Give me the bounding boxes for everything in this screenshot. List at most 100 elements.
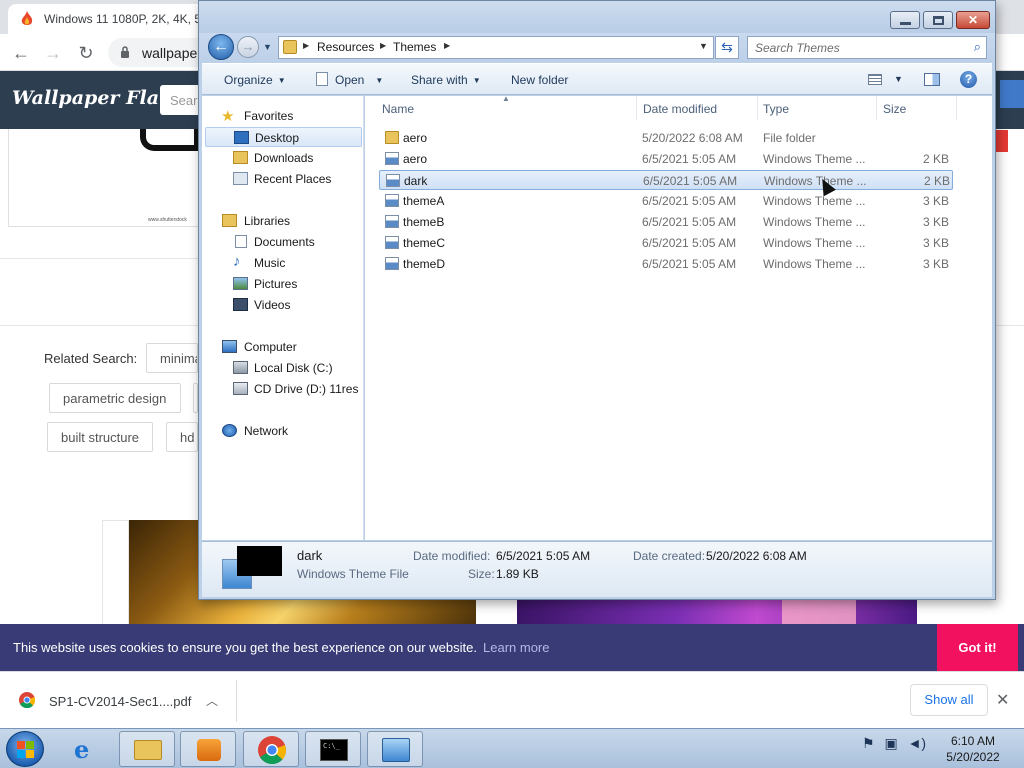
theme-preview-window [237,546,282,576]
file-row[interactable]: aero 5/20/2022 6:08 AM File folder [379,128,953,148]
network-icon[interactable]: ▣ [884,735,897,751]
taskbar-chrome[interactable] [243,731,299,767]
title-bar[interactable]: ✕ [199,1,995,33]
search-icon[interactable]: ⌕ [974,39,981,55]
tag-hd[interactable]: hd [166,422,198,452]
help-icon[interactable]: ? [960,71,977,88]
nav-pictures[interactable]: Pictures [202,274,362,294]
taskbar-control-panel[interactable] [367,731,423,767]
refresh-button[interactable]: ⇆ [715,36,739,59]
breadcrumb-resources[interactable]: Resources [317,40,374,54]
address-bar[interactable]: ▶ Resources ▶ Themes ▶ ▼ [278,36,714,59]
organize-button[interactable]: Organize ▼ [224,73,286,87]
desktop-icon [234,131,249,144]
file-size: 3 KB [922,215,949,229]
chevron-up-icon[interactable]: ︿ [206,692,218,709]
volume-icon[interactable]: ◄) [908,735,927,751]
nav-local-disk-label: Local Disk (C:) [254,361,333,375]
learn-more-link[interactable]: Learn more [483,640,549,655]
breadcrumb-arrow-icon[interactable]: ▶ [380,41,386,50]
theme-file-icon [385,257,399,270]
site-logo[interactable]: Wallpaper Flare [12,87,181,109]
file-row[interactable]: themeD 6/5/2021 5:05 AM Windows Theme ..… [379,254,953,274]
clock-time[interactable]: 6:10 AM [940,734,1006,748]
nav-favorites[interactable]: ★ Favorites [202,106,362,126]
minimize-button[interactable] [890,11,920,29]
close-icon[interactable]: ✕ [996,690,1009,710]
browser-tab[interactable]: Windows 11 1080P, 2K, 4K, 5 [8,4,208,34]
taskbar-command-prompt[interactable]: C:\_ [305,731,361,767]
preview-pane-icon[interactable] [924,73,940,86]
breadcrumb-arrow-icon[interactable]: ▶ [303,41,309,50]
back-button[interactable]: ← [208,34,234,60]
views-icon[interactable] [868,74,882,85]
file-size: 3 KB [922,194,949,208]
column-header-name[interactable]: Name [382,96,632,120]
back-arrow-icon[interactable]: ← [10,42,32,64]
open-button[interactable]: Open ▼ [335,73,383,87]
windows-wallpaper-thumbnail[interactable] [517,598,917,626]
clock-date[interactable]: 5/20/2022 [940,750,1006,764]
close-button[interactable]: ✕ [956,11,990,29]
column-separator[interactable] [876,96,877,120]
nav-downloads[interactable]: Downloads [202,148,362,168]
search-input[interactable]: Search Themes ⌕ [747,36,987,59]
file-type: Windows Theme ... [763,194,866,208]
breadcrumb-themes[interactable]: Themes [393,40,436,54]
file-name: themeC [403,236,446,250]
file-row[interactable]: themeB 6/5/2021 5:05 AM Windows Theme ..… [379,212,953,232]
nav-desktop[interactable]: Desktop [205,127,362,147]
file-row[interactable]: themeA 6/5/2021 5:05 AM Windows Theme ..… [379,191,953,211]
column-header-size[interactable]: Size [883,96,953,120]
column-separator[interactable] [956,96,957,120]
show-all-button[interactable]: Show all [910,684,988,716]
file-date: 6/5/2021 5:05 AM [642,236,737,250]
nav-music[interactable]: ♪ Music [202,253,362,273]
notification-area[interactable]: ⚑ ▣ ◄) [862,735,926,752]
start-button[interactable] [6,731,44,767]
action-center-flag-icon[interactable]: ⚑ [862,735,875,751]
file-row[interactable]: aero 6/5/2021 5:05 AM Windows Theme ... … [379,149,953,169]
nav-documents[interactable]: Documents [202,232,362,252]
column-header-type[interactable]: Type [763,96,873,120]
column-separator[interactable] [757,96,758,120]
chrome-icon [19,692,35,708]
nav-network[interactable]: Network [202,421,362,441]
close-icon: ✕ [967,13,979,27]
maximize-button[interactable] [923,11,953,29]
new-folder-button[interactable]: New folder [511,73,568,87]
forward-button[interactable]: → [237,36,259,58]
download-item[interactable]: SP1-CV2014-Sec1....pdf [49,694,191,709]
nav-cd-drive[interactable]: CD Drive (D:) 11res [202,379,362,399]
tag-parametric-design[interactable]: parametric design [49,383,181,413]
nav-libraries[interactable]: Libraries [202,211,362,231]
tag-minima[interactable]: minima [146,343,198,373]
column-separator[interactable] [636,96,637,120]
nav-local-disk[interactable]: Local Disk (C:) [202,358,362,378]
share-with-button[interactable]: Share with ▼ [411,73,481,87]
star-icon: ★ [221,108,235,125]
nav-computer[interactable]: Computer [202,337,362,357]
breadcrumb-arrow-icon[interactable]: ▶ [444,41,450,50]
share-with-label: Share with [411,73,468,87]
file-row[interactable]: themeC 6/5/2021 5:05 AM Windows Theme ..… [379,233,953,253]
tag-built-structure[interactable]: built structure [47,422,153,452]
dropdown-arrow-icon: ▼ [277,76,286,85]
nav-recent-places[interactable]: Recent Places [202,169,362,189]
forward-arrow-icon[interactable]: → [42,42,64,64]
reload-icon[interactable]: ↻ [75,42,97,64]
got-it-button[interactable]: Got it! [937,624,1018,671]
nav-videos[interactable]: Videos [202,295,362,315]
card-graphic [140,129,200,151]
address-dropdown-icon[interactable]: ▼ [699,41,708,51]
recent-pages-dropdown-icon[interactable]: ▼ [263,42,272,52]
views-dropdown-icon[interactable]: ▼ [894,74,903,84]
file-row-selected[interactable]: dark 6/5/2021 5:05 AM Windows Theme ... … [379,170,953,190]
taskbar-media-player[interactable] [180,731,236,767]
taskbar-internet-explorer[interactable]: e [60,731,116,767]
nav-music-label: Music [254,256,286,270]
taskbar-file-explorer[interactable] [119,731,175,767]
file-date: 6/5/2021 5:05 AM [643,174,738,188]
column-header-date-modified[interactable]: Date modified [643,96,753,120]
site-button-edge[interactable] [1000,80,1024,108]
